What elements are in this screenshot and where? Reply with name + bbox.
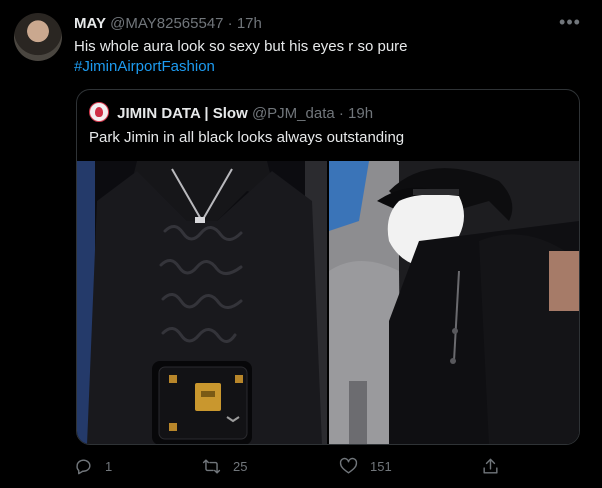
- tweet-text: His whole aura look so sexy but his eyes…: [74, 37, 408, 77]
- retweet-icon: [202, 458, 221, 474]
- quoted-media: [77, 161, 579, 444]
- quoted-author-handle: @PJM_data: [251, 105, 335, 122]
- avatar[interactable]: [14, 13, 62, 61]
- reply-button[interactable]: 1: [74, 452, 112, 480]
- like-count: 151: [370, 458, 392, 474]
- share-button[interactable]: [481, 452, 512, 480]
- separator: ·: [227, 15, 233, 32]
- retweet-button[interactable]: 25: [202, 452, 247, 480]
- action-bar: 1 25 151: [0, 452, 602, 480]
- tweet-text-line: His whole aura look so sexy but his eyes…: [74, 38, 408, 55]
- tweet-header: MAY @MAY82565547 · 17h: [74, 14, 262, 34]
- quoted-header: JIMIN DATA | Slow @PJM_data · 19h: [89, 102, 373, 122]
- author-name[interactable]: MAY: [74, 15, 106, 32]
- photo-cap-mask[interactable]: [329, 161, 579, 444]
- quoted-text: Park Jimin in all black looks always out…: [89, 129, 405, 146]
- author-handle[interactable]: @MAY82565547: [110, 15, 223, 32]
- quoted-avatar: [89, 102, 109, 122]
- more-dots-icon[interactable]: •••: [558, 13, 582, 34]
- like-button[interactable]: 151: [339, 452, 392, 480]
- timestamp[interactable]: 17h: [237, 15, 262, 32]
- reply-count: 1: [105, 458, 113, 474]
- tweet[interactable]: MAY @MAY82565547 · 17h ••• His whole aur…: [0, 0, 602, 488]
- like-icon: [339, 457, 358, 474]
- hashtag-link[interactable]: #JiminAirportFashion: [74, 57, 408, 77]
- share-icon: [483, 458, 498, 474]
- quoted-tweet[interactable]: JIMIN DATA | Slow @PJM_data · 19h Park J…: [76, 89, 580, 445]
- quoted-timestamp: 19h: [348, 105, 374, 122]
- quoted-separator: ·: [338, 105, 344, 122]
- reply-icon: [76, 458, 91, 474]
- photo-black-sweater[interactable]: [77, 161, 327, 444]
- quoted-author-name: JIMIN DATA | Slow: [117, 105, 248, 122]
- retweet-count: 25: [233, 458, 248, 474]
